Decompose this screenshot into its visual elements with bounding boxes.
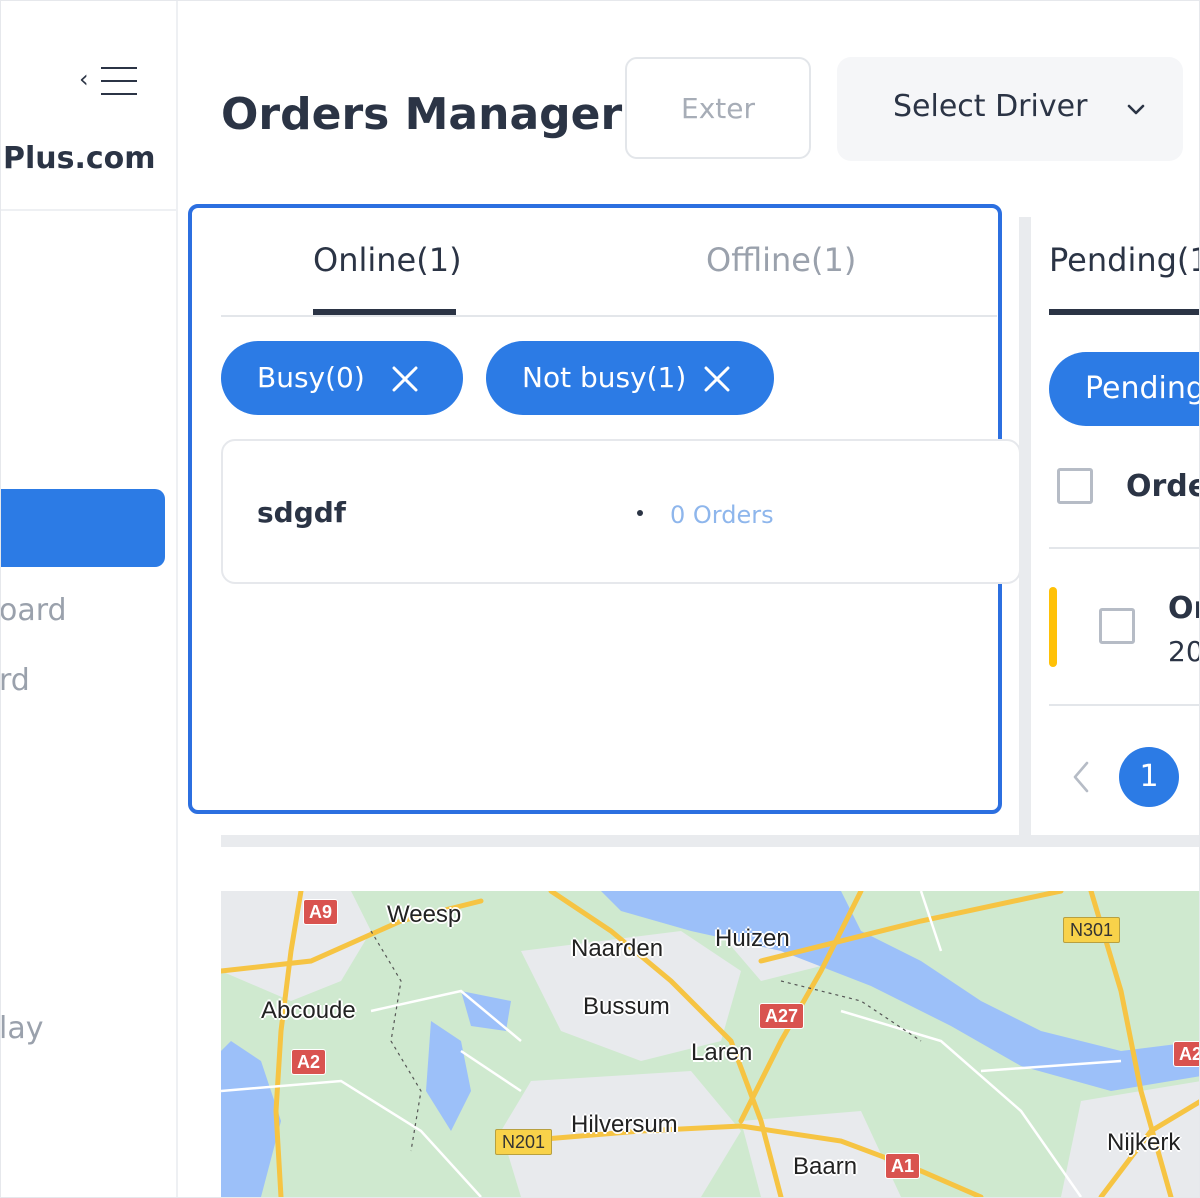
- map-label: Nijkerk: [1107, 1129, 1181, 1156]
- menu-icon: [101, 67, 137, 69]
- driver-select[interactable]: Select Driver: [837, 57, 1183, 161]
- tab-pending[interactable]: Pending(1: [1049, 241, 1199, 279]
- filter-chip-busy[interactable]: Busy(0): [221, 341, 463, 415]
- map-label: Bussum: [583, 993, 670, 1020]
- map-label: Laren: [691, 1039, 753, 1066]
- map-label: Huizen: [715, 925, 790, 952]
- road-shield: A1: [885, 1153, 921, 1179]
- road-shield: N201: [495, 1129, 553, 1155]
- filter-chip-not-busy[interactable]: Not busy(1): [486, 341, 774, 415]
- order-status-indicator: [1049, 587, 1057, 667]
- orders-column-header: Orde: [1126, 469, 1200, 504]
- order-row-checkbox[interactable]: [1099, 608, 1135, 644]
- panel-separator-horizontal: [221, 835, 1199, 847]
- order-date: 20: [1168, 635, 1199, 668]
- tab-offline[interactable]: Offline(1): [706, 241, 856, 279]
- panel-separator-vertical: [1019, 217, 1031, 835]
- menu-toggle-button[interactable]: ‹: [79, 63, 139, 99]
- map-label: Naarden: [571, 935, 664, 962]
- app-frame: ‹ Plus.com oard rd lay Orders Manager Se…: [0, 0, 1200, 1198]
- road-shield: A2: [291, 1049, 327, 1075]
- search-input[interactable]: [625, 57, 811, 159]
- driver-name: sdgdf: [257, 496, 346, 529]
- road-shield: A9: [303, 899, 339, 925]
- map-label: Weesp: [387, 901, 462, 928]
- row-divider: [1049, 704, 1199, 706]
- tab-online[interactable]: Online(1): [313, 241, 462, 279]
- road-shield: A27: [759, 1003, 805, 1029]
- driver-orders-count[interactable]: 0 Orders: [670, 501, 774, 529]
- filter-chip-pending[interactable]: Pending: [1049, 352, 1200, 426]
- sidebar-item-board[interactable]: rd: [1, 663, 30, 698]
- chevron-left-icon: ‹: [79, 65, 89, 93]
- filter-chip-label: Busy(0): [257, 361, 365, 394]
- order-title[interactable]: Or: [1168, 591, 1199, 626]
- driver-select-label: Select Driver: [893, 89, 1088, 124]
- map-view[interactable]: Weesp Naarden Huizen Abcoude Bussum Lare…: [221, 891, 1199, 1197]
- filter-chip-label: Pending: [1085, 371, 1200, 406]
- sidebar-item-active[interactable]: [1, 489, 165, 567]
- road-shield: A2: [1173, 1041, 1199, 1067]
- map-label: Abcoude: [261, 997, 356, 1024]
- chevron-left-icon[interactable]: [1067, 759, 1095, 795]
- page-title: Orders Manager: [221, 89, 623, 140]
- road-shield: N301: [1063, 917, 1121, 943]
- tabs-divider: [221, 315, 997, 317]
- menu-icon-bar: [101, 93, 137, 95]
- pagination-page-current[interactable]: 1: [1119, 747, 1179, 807]
- brand-name: Plus.com: [3, 141, 156, 176]
- select-all-checkbox[interactable]: [1057, 468, 1093, 504]
- sidebar: ‹ Plus.com oard rd lay: [1, 1, 178, 1197]
- active-tab-indicator: [1049, 309, 1199, 315]
- sidebar-item-display[interactable]: lay: [1, 1011, 43, 1046]
- sidebar-divider: [1, 209, 176, 211]
- sidebar-item-dashboard[interactable]: oard: [1, 593, 67, 628]
- close-icon[interactable]: [703, 365, 731, 393]
- chevron-down-icon: [1127, 104, 1145, 115]
- header-divider: [1049, 547, 1199, 549]
- filter-chip-label: Not busy(1): [522, 361, 687, 394]
- close-icon[interactable]: [391, 365, 419, 393]
- menu-icon-bar: [101, 80, 137, 82]
- bullet-separator: [637, 510, 643, 516]
- map-label: Baarn: [793, 1153, 858, 1180]
- map-label: Hilversum: [571, 1111, 678, 1138]
